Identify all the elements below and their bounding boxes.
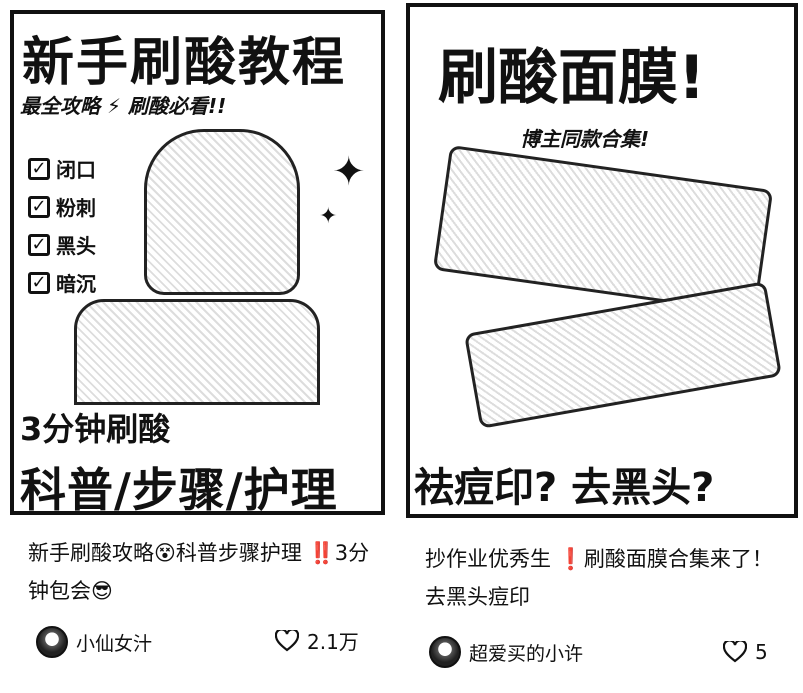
feed-card-2[interactable]: 刷酸面膜! 博主同款合集! 祛痘印? 去黑头? 抄作业优秀生 ❗️刷酸面膜合集来… bbox=[403, 0, 803, 693]
feed-card-1[interactable]: 新手刷酸教程 最全攻略 ⚡ 刷酸必看!! ✦ ✦ ✓ 闭口 ✓ 粉刺 ✓ 黑头 ✓ 暗沉… bbox=[0, 0, 395, 693]
author[interactable]: 小仙女汁 bbox=[36, 626, 152, 658]
post-caption[interactable]: 新手刷酸攻略😵科普步骤护理 ‼️3分钟包会😎 bbox=[28, 534, 373, 610]
heart-outline-icon bbox=[275, 629, 299, 651]
author-name: 小仙女汁 bbox=[76, 632, 153, 655]
cover-subline: 最全攻略 ⚡ 刷酸必看!! bbox=[20, 94, 227, 118]
avatar[interactable] bbox=[36, 626, 68, 658]
cover-time-badge: 3分钟刷酸 bbox=[20, 410, 171, 448]
like-count: 2.1万 bbox=[307, 630, 359, 654]
checklist-item: ✓ 暗沉 bbox=[28, 268, 96, 297]
heart-outline-icon bbox=[723, 641, 747, 663]
cover-image-1[interactable]: 新手刷酸教程 最全攻略 ⚡ 刷酸必看!! ✦ ✦ ✓ 闭口 ✓ 粉刺 ✓ 黑头 ✓ 暗沉… bbox=[10, 10, 385, 515]
check-icon: ✓ bbox=[28, 195, 50, 218]
cover-photo-products bbox=[463, 281, 783, 429]
like-button[interactable]: 5 bbox=[723, 640, 768, 664]
check-icon: ✓ bbox=[28, 271, 50, 294]
sparkle-icon: ✦ bbox=[319, 204, 338, 229]
checklist-item: ✓ 黑头 bbox=[28, 230, 96, 259]
cover-photo-person bbox=[144, 129, 300, 295]
like-button[interactable]: 2.1万 bbox=[275, 626, 359, 655]
checklist-item: ✓ 粉刺 bbox=[28, 192, 96, 221]
author[interactable]: 超爱买的小许 bbox=[429, 636, 583, 668]
cover-subline: 博主同款合集! bbox=[520, 127, 650, 151]
cover-headline: 刷酸面膜! bbox=[438, 43, 706, 113]
avatar[interactable] bbox=[429, 636, 461, 668]
author-name: 超爱买的小许 bbox=[469, 642, 584, 665]
cover-bottom-banner: 科普/步骤/护理 bbox=[20, 463, 338, 515]
post-caption[interactable]: 抄作业优秀生 ❗️刷酸面膜合集来了！去黑头痘印 bbox=[425, 540, 785, 616]
cover-image-2[interactable]: 刷酸面膜! 博主同款合集! 祛痘印? 去黑头? bbox=[406, 3, 798, 518]
like-count: 5 bbox=[755, 640, 768, 664]
cover-photo-shirt bbox=[74, 299, 320, 405]
checklist-item: ✓ 闭口 bbox=[28, 154, 96, 183]
cover-headline: 新手刷酸教程 bbox=[22, 33, 347, 93]
check-icon: ✓ bbox=[28, 157, 50, 180]
sparkle-icon: ✦ bbox=[332, 149, 366, 195]
cover-bottom-banner: 祛痘印? 去黑头? bbox=[414, 465, 715, 511]
check-icon: ✓ bbox=[28, 233, 50, 256]
